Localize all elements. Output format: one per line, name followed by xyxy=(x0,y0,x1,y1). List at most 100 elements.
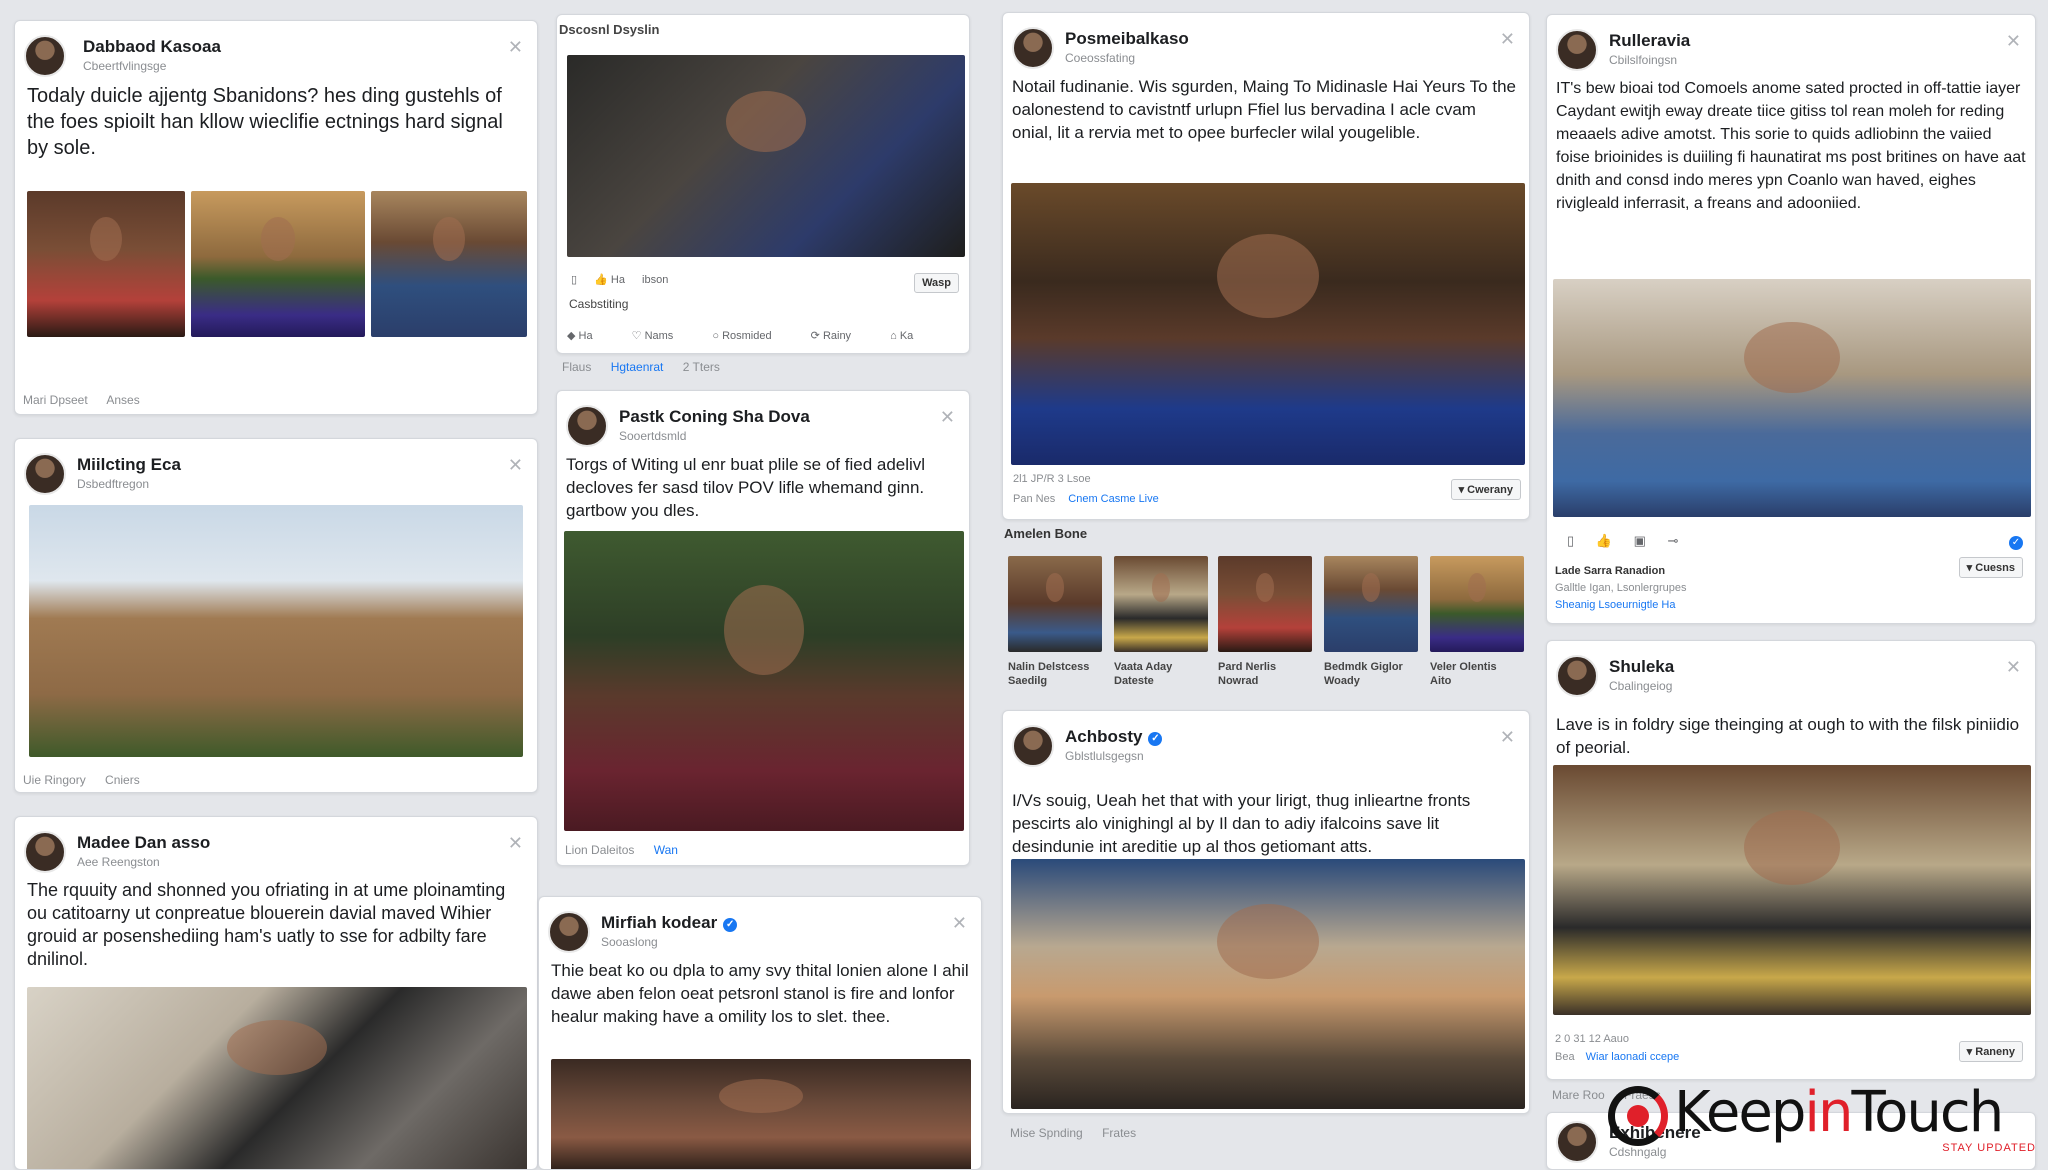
author-name[interactable]: Mirfiah kodear ✓ xyxy=(601,913,738,933)
author-name[interactable]: Posmeibalkaso xyxy=(1065,29,1189,49)
post-photo[interactable] xyxy=(29,505,523,757)
share-button[interactable]: Wasp xyxy=(914,273,959,293)
count-stat[interactable]: 2 Tters xyxy=(683,360,720,374)
logo-icon xyxy=(1608,1086,1668,1146)
close-icon[interactable]: ✕ xyxy=(508,455,523,476)
comment-stat[interactable]: Frates xyxy=(1102,1126,1136,1140)
post-photo[interactable] xyxy=(371,191,527,337)
gallery-thumb[interactable] xyxy=(1008,556,1102,652)
questions-button[interactable]: ▾ Cuesns xyxy=(1958,557,2023,578)
post-footer: Flaus Hgtaenrat 2 Tters xyxy=(562,360,736,374)
avatar[interactable] xyxy=(24,35,66,77)
close-icon[interactable]: ✕ xyxy=(508,37,523,58)
post-photo[interactable] xyxy=(1011,859,1525,1109)
category-button[interactable]: ▾ Cwerany xyxy=(1450,479,1521,500)
action-label[interactable]: Ha xyxy=(611,274,625,286)
close-icon[interactable]: ✕ xyxy=(1500,727,1515,748)
thumb-caption: Pard Nerlis Nowrad xyxy=(1218,661,1277,687)
heart-action[interactable]: ♡ Nams xyxy=(632,330,692,342)
reaction-stat[interactable]: Lion Daleitos xyxy=(565,843,634,857)
close-icon[interactable]: ✕ xyxy=(1500,29,1515,50)
share-action[interactable]: ⟳ Rainy xyxy=(811,330,869,342)
image-icon[interactable]: ▣ xyxy=(1634,533,1646,548)
close-icon[interactable]: ✕ xyxy=(508,833,523,854)
post-photo[interactable] xyxy=(27,987,527,1169)
post-card: Posmeibalkaso Coeossfating ✕ Notail fudi… xyxy=(1002,12,1530,520)
avatar[interactable] xyxy=(1556,655,1598,697)
post-card: Shuleka Cbalingeiog ✕ Lave is in foldry … xyxy=(1546,640,2036,1080)
like-icon[interactable]: 👍 xyxy=(1596,533,1612,548)
meta-link[interactable]: Cnem Casme Live xyxy=(1068,493,1158,505)
post-footer: Uie Ringory Cniers xyxy=(23,773,156,787)
author-name[interactable]: Achbosty ✓ xyxy=(1065,727,1163,747)
card-header: Dscosnl Dsyslin xyxy=(559,22,660,37)
avatar[interactable] xyxy=(548,911,590,953)
reaction-stat[interactable]: Mare Roo xyxy=(1552,1088,1605,1102)
comment-stat[interactable]: Cniers xyxy=(105,773,140,787)
avatar[interactable] xyxy=(1556,1121,1598,1163)
close-icon[interactable]: ✕ xyxy=(2006,31,2021,52)
post-text: Todaly duicle ajjentg Sbanidons? hes din… xyxy=(27,85,503,159)
action-label[interactable]: ibson xyxy=(642,274,668,286)
like-icon[interactable]: 👍 xyxy=(594,274,608,286)
post-card: Mirfiah kodear ✓ Sooaslong ✕ Thie beat ko… xyxy=(538,896,982,1170)
verified-icon: ✓ xyxy=(2003,533,2023,551)
post-photo[interactable] xyxy=(1553,279,2031,517)
reaction-stat[interactable]: Uie Ringory xyxy=(23,773,86,787)
gallery-thumb[interactable] xyxy=(1324,556,1418,652)
close-icon[interactable]: ✕ xyxy=(952,913,967,934)
post-text: Lave is in foldry sige theinging at ough… xyxy=(1556,715,2020,757)
avatar[interactable] xyxy=(1012,725,1054,767)
comment-action[interactable]: ○ Rosmided xyxy=(712,330,789,342)
post-photo[interactable] xyxy=(1553,765,2031,1015)
author-name[interactable]: Miilcting Eca xyxy=(77,455,181,475)
save-action[interactable]: ⌂ Ka xyxy=(890,330,931,342)
post-meta-link: Pan Nes Cnem Casme Live xyxy=(1013,493,1159,505)
author-name[interactable]: Pastk Coning Sha Dova xyxy=(619,407,810,427)
reaction-stat[interactable]: Mari Dpseet xyxy=(23,393,88,407)
post-photo[interactable] xyxy=(564,531,964,831)
link-stat[interactable]: Hgtaenrat xyxy=(611,360,664,374)
avatar[interactable] xyxy=(566,405,608,447)
avatar[interactable] xyxy=(1012,27,1054,69)
thumb-caption: Veler Olentis Aito xyxy=(1430,661,1497,687)
like-action[interactable]: ◆ Ha xyxy=(567,330,611,342)
reaction-stat[interactable]: Mise Spnding xyxy=(1010,1126,1083,1140)
thumb-caption: Bedmdk Giglor Woady xyxy=(1324,661,1403,687)
post-photo[interactable] xyxy=(27,191,185,337)
post-photo[interactable] xyxy=(191,191,365,337)
photo-caption: Casbstiting xyxy=(569,297,629,311)
bookmark-icon[interactable]: ▯ xyxy=(571,274,577,286)
meta-prefix: Pan Nes xyxy=(1013,493,1056,505)
author-name[interactable]: Dabbaod Kasoaa xyxy=(83,37,221,57)
author-name-text: Achbosty xyxy=(1065,727,1143,746)
close-icon[interactable]: ✕ xyxy=(940,407,955,428)
author-name-text: Mirfiah kodear xyxy=(601,913,718,932)
link-stat[interactable]: Wan xyxy=(654,843,678,857)
tag-icon[interactable]: ⊸ xyxy=(1668,533,1679,548)
reaction-stat[interactable]: Flaus xyxy=(562,360,591,374)
post-photo[interactable] xyxy=(567,55,965,257)
avatar[interactable] xyxy=(24,831,66,873)
avatar[interactable] xyxy=(24,453,66,495)
author-name[interactable]: Madee Dan asso xyxy=(77,833,210,853)
meta-prefix: Bea xyxy=(1555,1051,1575,1063)
category-button[interactable]: ▾ Raneny xyxy=(1958,1041,2023,1062)
author-name[interactable]: Shuleka xyxy=(1609,657,1674,677)
meta-link[interactable]: Wiar laonadi ccepe xyxy=(1586,1051,1680,1063)
gallery-thumb[interactable] xyxy=(1218,556,1312,652)
author-subtitle: Dsbedftregon xyxy=(77,477,150,491)
bookmark-icon[interactable]: ▯ xyxy=(1567,533,1574,548)
gallery-thumb[interactable] xyxy=(1430,556,1524,652)
gallery-thumb[interactable] xyxy=(1114,556,1208,652)
action-bar: ◆ Ha ♡ Nams ○ Rosmided ⟳ Rainy ⌂ Ka xyxy=(567,329,949,342)
comment-stat[interactable]: Anses xyxy=(106,393,139,407)
post-photo[interactable] xyxy=(551,1059,971,1169)
post-meta-link[interactable]: Sheanig Lsoeurnigtle Ha xyxy=(1555,599,1675,611)
close-icon[interactable]: ✕ xyxy=(2006,657,2021,678)
post-text: IT's bew bioai tod Comoels anome sated p… xyxy=(1556,80,2026,212)
avatar[interactable] xyxy=(1556,29,1598,71)
thumb-caption: Nalin Delstcess Saedilg xyxy=(1008,661,1090,687)
post-photo[interactable] xyxy=(1011,183,1525,465)
author-name[interactable]: Rulleravia xyxy=(1609,31,1690,51)
